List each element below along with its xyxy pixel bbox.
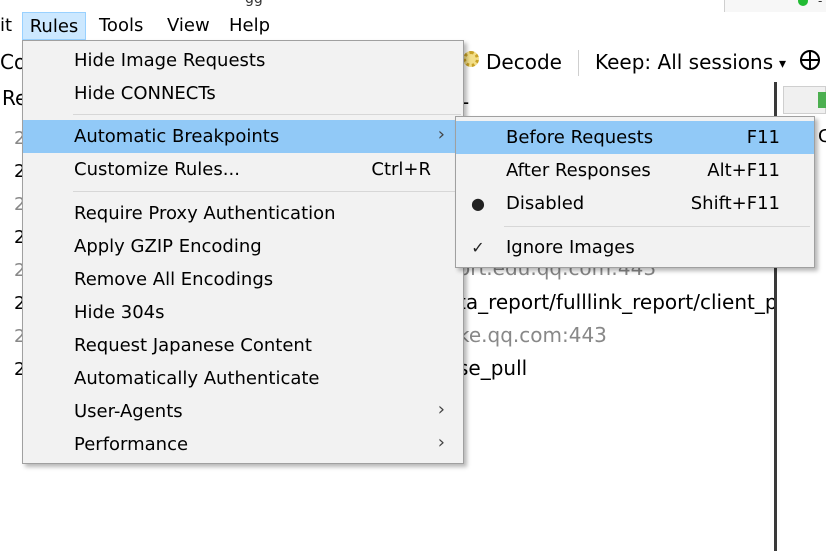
breakpoints-submenu: Before Requests F11 After Responses Alt+… <box>455 116 815 268</box>
menu-item-hide-image-requests[interactable]: Hide Image Requests <box>23 44 463 77</box>
globe-crosshair-icon[interactable] <box>800 50 820 70</box>
radio-bullet-icon: ● <box>471 194 485 213</box>
menu-item-require-proxy-auth[interactable]: Require Proxy Authentication <box>23 197 463 230</box>
rules-menu: Hide Image Requests Hide CONNECTs Automa… <box>22 40 464 464</box>
menu-item-customize-rules[interactable]: Customize Rules... Ctrl+R <box>23 153 463 186</box>
chevron-right-icon: › <box>437 432 445 453</box>
chevron-right-icon: › <box>437 124 445 145</box>
submenu-item-before-requests[interactable]: Before Requests F11 <box>456 121 814 154</box>
submenu-item-shortcut: F11 <box>746 127 780 148</box>
menu-item-label: Automatic Breakpoints <box>74 126 280 147</box>
menu-item-request-japanese[interactable]: Request Japanese Content <box>23 329 463 362</box>
menu-item-label: Hide Image Requests <box>74 50 266 71</box>
decode-button[interactable]: Decode <box>486 50 562 74</box>
menu-item-label: Hide 304s <box>74 302 165 323</box>
menu-item-label: Hide CONNECTs <box>74 83 216 104</box>
menu-item-label: Automatically Authenticate <box>74 368 320 389</box>
menu-item-remove-encodings[interactable]: Remove All Encodings <box>23 263 463 296</box>
menu-item-label: Apply GZIP Encoding <box>74 236 262 257</box>
menu-item-hide-connects[interactable]: Hide CONNECTs <box>23 77 463 110</box>
menu-item-user-agents[interactable]: User-Agents › <box>23 395 463 428</box>
submenu-item-ignore-images[interactable]: ✓ Ignore Images <box>456 231 814 264</box>
menu-item-label: User-Agents <box>74 401 183 422</box>
window-title-strip <box>0 0 826 12</box>
menu-item-performance[interactable]: Performance › <box>23 428 463 461</box>
menu-item-label: Performance <box>74 434 189 455</box>
session-row-url[interactable]: ke.qq.com:443 <box>458 323 607 347</box>
status-text-fragment: - <box>818 0 823 8</box>
menu-bar: it Rules Tools View Help <box>0 12 826 40</box>
submenu-item-disabled[interactable]: ● Disabled Shift+F11 <box>456 187 814 220</box>
submenu-item-shortcut: Shift+F11 <box>690 193 780 214</box>
chevron-right-icon: › <box>437 399 445 420</box>
menu-separator <box>73 114 461 115</box>
menu-rules[interactable]: Rules <box>22 12 86 40</box>
submenu-item-after-responses[interactable]: After Responses Alt+F11 <box>456 154 814 187</box>
keep-sessions-dropdown[interactable]: Keep: All sessions <box>595 50 773 74</box>
menu-item-automatic-breakpoints[interactable]: Automatic Breakpoints › <box>23 120 463 153</box>
chevron-down-icon[interactable]: ▾ <box>779 52 786 76</box>
inspector-subtab[interactable]: C <box>818 126 826 147</box>
submenu-separator <box>504 226 810 227</box>
submenu-item-label: Before Requests <box>506 127 654 148</box>
window-title-fragment: gg <box>245 0 263 7</box>
decode-gear-icon <box>463 51 479 67</box>
toolbar-separator <box>578 50 579 76</box>
menu-help[interactable]: Help <box>229 12 270 40</box>
checkmark-icon: ✓ <box>471 238 485 257</box>
submenu-item-shortcut: Alt+F11 <box>707 160 780 181</box>
menu-tools[interactable]: Tools <box>99 12 143 40</box>
menu-item-auto-authenticate[interactable]: Automatically Authenticate <box>23 362 463 395</box>
menu-item-hide-304s[interactable]: Hide 304s <box>23 296 463 329</box>
menu-item-apply-gzip[interactable]: Apply GZIP Encoding <box>23 230 463 263</box>
menu-view[interactable]: View <box>167 12 210 40</box>
inspector-tab-icon <box>818 92 826 108</box>
menu-item-label: Remove All Encodings <box>74 269 274 290</box>
menu-edit[interactable]: it <box>0 12 18 40</box>
menu-item-label: Customize Rules... <box>74 159 240 180</box>
session-row-url[interactable]: ta_report/fulllink_report/client_po <box>458 290 790 314</box>
menu-separator <box>73 191 461 192</box>
menu-item-label: Request Japanese Content <box>74 335 312 356</box>
session-row-url[interactable]: se_pull <box>458 356 527 380</box>
submenu-item-label: Ignore Images <box>506 237 635 258</box>
menu-item-shortcut: Ctrl+R <box>371 159 431 180</box>
submenu-item-label: After Responses <box>506 160 651 181</box>
menu-item-label: Require Proxy Authentication <box>74 203 336 224</box>
submenu-item-label: Disabled <box>506 193 585 214</box>
